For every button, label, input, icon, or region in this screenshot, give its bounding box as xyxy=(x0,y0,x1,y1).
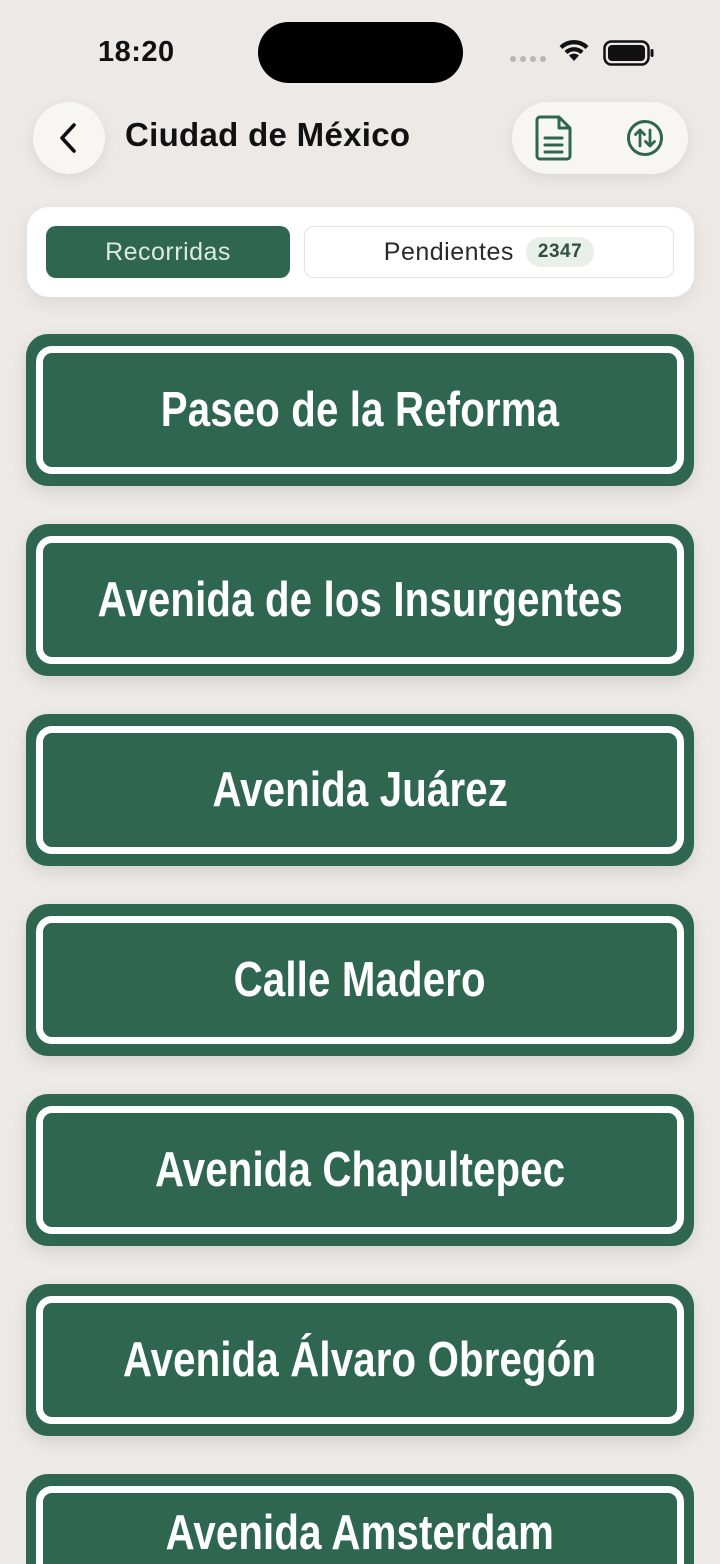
sort-arrows-icon xyxy=(627,120,663,156)
street-sign[interactable]: Avenida Juárez xyxy=(26,714,694,866)
street-sign-frame: Avenida Juárez xyxy=(36,726,684,854)
status-time: 18:20 xyxy=(98,36,175,68)
sort-button[interactable] xyxy=(625,118,665,158)
back-button[interactable] xyxy=(33,102,105,174)
street-name: Avenida Juárez xyxy=(212,763,508,817)
page-title: Ciudad de México xyxy=(125,116,411,153)
street-name: Calle Madero xyxy=(233,953,487,1007)
street-name: Avenida de los Insurgentes xyxy=(97,573,623,627)
street-sign-frame: Avenida Álvaro Obregón xyxy=(36,1296,684,1424)
street-sign-frame: Calle Madero xyxy=(36,916,684,1044)
street-name: Avenida Álvaro Obregón xyxy=(123,1333,597,1387)
dynamic-island xyxy=(258,22,463,83)
screen: 18:20 Ciudad de México Recorridas Pendie… xyxy=(0,0,720,1564)
street-name: Avenida Amsterdam xyxy=(165,1506,555,1560)
street-sign[interactable]: Avenida Chapultepec xyxy=(26,1094,694,1246)
chevron-left-icon xyxy=(60,123,76,153)
street-sign-frame: Paseo de la Reforma xyxy=(36,346,684,474)
document-icon xyxy=(535,115,572,161)
tab-recorridas[interactable]: Recorridas xyxy=(46,226,290,278)
street-sign[interactable]: Calle Madero xyxy=(26,904,694,1056)
street-sign[interactable]: Paseo de la Reforma xyxy=(26,334,694,486)
pending-count-badge: 2347 xyxy=(525,237,595,267)
cellular-signal-icon xyxy=(510,56,546,62)
street-sign-frame: Avenida Chapultepec xyxy=(36,1106,684,1234)
street-sign[interactable]: Avenida Álvaro Obregón xyxy=(26,1284,694,1436)
street-name: Paseo de la Reforma xyxy=(160,383,560,437)
tab-pendientes-label: Pendientes xyxy=(383,237,514,266)
street-sign-frame: Avenida Amsterdam xyxy=(36,1486,684,1564)
battery-icon xyxy=(603,40,654,66)
header-actions xyxy=(512,102,688,174)
tab-recorridas-label: Recorridas xyxy=(105,237,231,266)
street-sign[interactable]: Avenida de los Insurgentes xyxy=(26,524,694,676)
street-sign[interactable]: Avenida Amsterdam xyxy=(26,1474,694,1564)
tab-pendientes[interactable]: Pendientes 2347 xyxy=(304,226,674,278)
street-name: Avenida Chapultepec xyxy=(154,1143,566,1197)
segmented-control: Recorridas Pendientes 2347 xyxy=(27,207,694,297)
document-button[interactable] xyxy=(532,114,576,162)
street-sign-frame: Avenida de los Insurgentes xyxy=(36,536,684,664)
wifi-icon xyxy=(559,39,589,61)
